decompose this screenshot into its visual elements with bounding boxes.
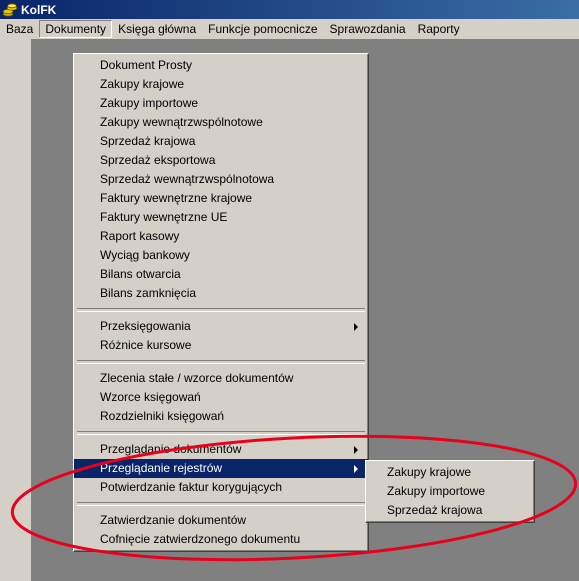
menu-item-wyciag-bankowy[interactable]: Wyciąg bankowy [74,246,368,265]
menu-item-label: Przeglądanie rejestrów [100,461,223,475]
menu-item-label: Przeksięgowania [100,319,191,333]
menu-sprawozdania[interactable]: Sprawozdania [324,20,412,38]
submenu-arrow-icon [354,323,358,331]
menu-item-dokument-prosty[interactable]: Dokument Prosty [74,56,368,75]
menu-item-wzorce-ksiegowan[interactable]: Wzorce księgowań [74,388,368,407]
menu-item-potwierdzanie-faktur-korygujacych[interactable]: Potwierdzanie faktur korygujących [74,478,368,497]
submenu-arrow-icon [354,446,358,454]
menu-item-sprzedaz-eksportowa[interactable]: Sprzedaż eksportowa [74,151,368,170]
menu-item-faktury-wewnetrzne-ue[interactable]: Faktury wewnętrzne UE [74,208,368,227]
left-panel [0,39,32,581]
menu-item-label: Przeglądanie dokumentów [100,442,242,456]
submenu-arrow-icon [354,465,358,473]
menu-item-zakupy-wewnatrzwspolnotowe[interactable]: Zakupy wewnątrzwspólnotowe [74,113,368,132]
menu-item-roznice-kursowe[interactable]: Różnice kursowe [74,336,368,355]
menu-funkcje-pomocnicze[interactable]: Funkcje pomocnicze [202,20,323,38]
rejestry-submenu: Zakupy krajowe Zakupy importowe Sprzedaż… [365,460,535,523]
menu-item-zlecenia-stale[interactable]: Zlecenia stałe / wzorce dokumentów [74,369,368,388]
menu-raporty[interactable]: Raporty [412,20,466,38]
menu-item-bilans-otwarcia[interactable]: Bilans otwarcia [74,265,368,284]
menu-ksiega-glowna[interactable]: Księga główna [112,20,202,38]
coins-icon [2,2,18,17]
title-bar: KolFK [0,0,579,19]
window-title: KolFK [21,2,57,17]
menu-item-zakupy-krajowe[interactable]: Zakupy krajowe [74,75,368,94]
menu-item-cofniecie-zatwierdzonego[interactable]: Cofnięcie zatwierdzonego dokumentu [74,530,368,549]
menu-separator [77,431,365,435]
menu-item-zatwierdzanie-dokumentow[interactable]: Zatwierdzanie dokumentów [74,511,368,530]
menu-item-zakupy-importowe[interactable]: Zakupy importowe [74,94,368,113]
menu-item-sprzedaz-wewnatrzwspolnotowa[interactable]: Sprzedaż wewnątrzwspólnotowa [74,170,368,189]
menu-item-faktury-wewnetrzne-krajowe[interactable]: Faktury wewnętrzne krajowe [74,189,368,208]
menu-item-sprzedaz-krajowa[interactable]: Sprzedaż krajowa [74,132,368,151]
menu-bar: Baza Dokumenty Księga główna Funkcje pom… [0,19,579,40]
menu-item-raport-kasowy[interactable]: Raport kasowy [74,227,368,246]
menu-item-rozdzielniki-ksiegowan[interactable]: Rozdzielniki księgowań [74,407,368,426]
submenu-item-zakupy-importowe[interactable]: Zakupy importowe [366,482,534,501]
submenu-item-sprzedaz-krajowa[interactable]: Sprzedaż krajowa [366,501,534,520]
menu-item-przegladanie-rejestrow[interactable]: Przeglądanie rejestrów [74,459,368,478]
menu-separator [77,360,365,364]
dokumenty-dropdown: Dokument Prosty Zakupy krajowe Zakupy im… [73,53,369,552]
menu-separator [77,502,365,506]
menu-dokumenty[interactable]: Dokumenty [39,20,113,38]
menu-item-przeksiegowania[interactable]: Przeksięgowania [74,317,368,336]
menu-item-przegladanie-dokumentow[interactable]: Przeglądanie dokumentów [74,440,368,459]
menu-item-bilans-zamkniecia[interactable]: Bilans zamknięcia [74,284,368,303]
menu-separator [77,308,365,312]
menu-baza[interactable]: Baza [0,20,39,38]
submenu-item-zakupy-krajowe[interactable]: Zakupy krajowe [366,463,534,482]
